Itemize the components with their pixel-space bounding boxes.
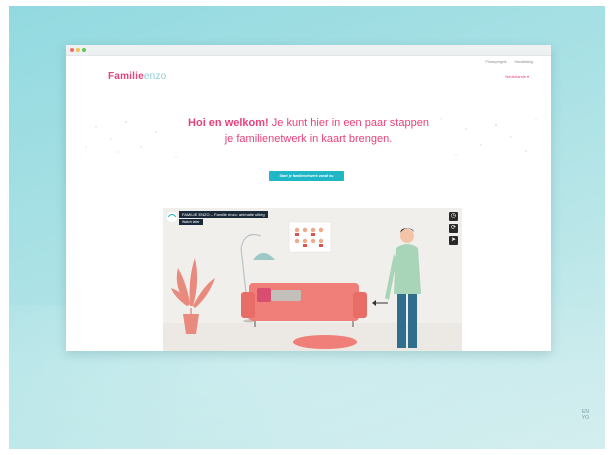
headline-line1: Je kunt hier in een paar stappen [268, 117, 429, 129]
browser-window: Privacyregels Handleiding Familieenzo Ne… [66, 45, 551, 351]
site-logo[interactable]: Familieenzo [108, 71, 166, 82]
start-network-button[interactable]: Start je familienetwerk vanaf nu [269, 171, 344, 181]
nav-link-manual[interactable]: Handleiding [515, 60, 534, 64]
headline-bold: Hoi en welkom! [188, 117, 269, 129]
page-curl [496, 303, 551, 343]
share-icon[interactable]: ⟳ [449, 224, 458, 233]
logo-primary: Familie [108, 71, 144, 82]
close-window-dot[interactable] [70, 48, 74, 52]
video-player[interactable]: FAMILIE ENZO – Familie enzo: animatie ui… [163, 208, 462, 351]
headline-line2: je familienetwerk in kaart brengen. [224, 133, 393, 145]
browser-chrome [66, 45, 551, 56]
maximize-window-dot[interactable] [82, 48, 86, 52]
minimize-window-dot[interactable] [76, 48, 80, 52]
watch-later-icon[interactable]: ◷ [449, 212, 458, 221]
corner-mark: EN YO [581, 409, 589, 421]
video-title[interactable]: FAMILIE ENZO – Familie enzo: animatie ui… [179, 211, 268, 218]
send-icon[interactable]: ➤ [449, 236, 458, 245]
logo-secondary: enzo [143, 71, 167, 82]
language-selector[interactable]: Nederlands ▾ [505, 74, 529, 79]
hero-headline: Hoi en welkom! Je kunt hier in een paar … [156, 115, 461, 147]
video-subtitle: Watch later [179, 219, 203, 225]
top-nav: Privacyregels Handleiding [479, 60, 534, 64]
video-illustration [163, 208, 462, 351]
background-stage: Privacyregels Handleiding Familieenzo Ne… [9, 6, 605, 449]
nav-link-privacy[interactable]: Privacyregels [486, 60, 507, 64]
